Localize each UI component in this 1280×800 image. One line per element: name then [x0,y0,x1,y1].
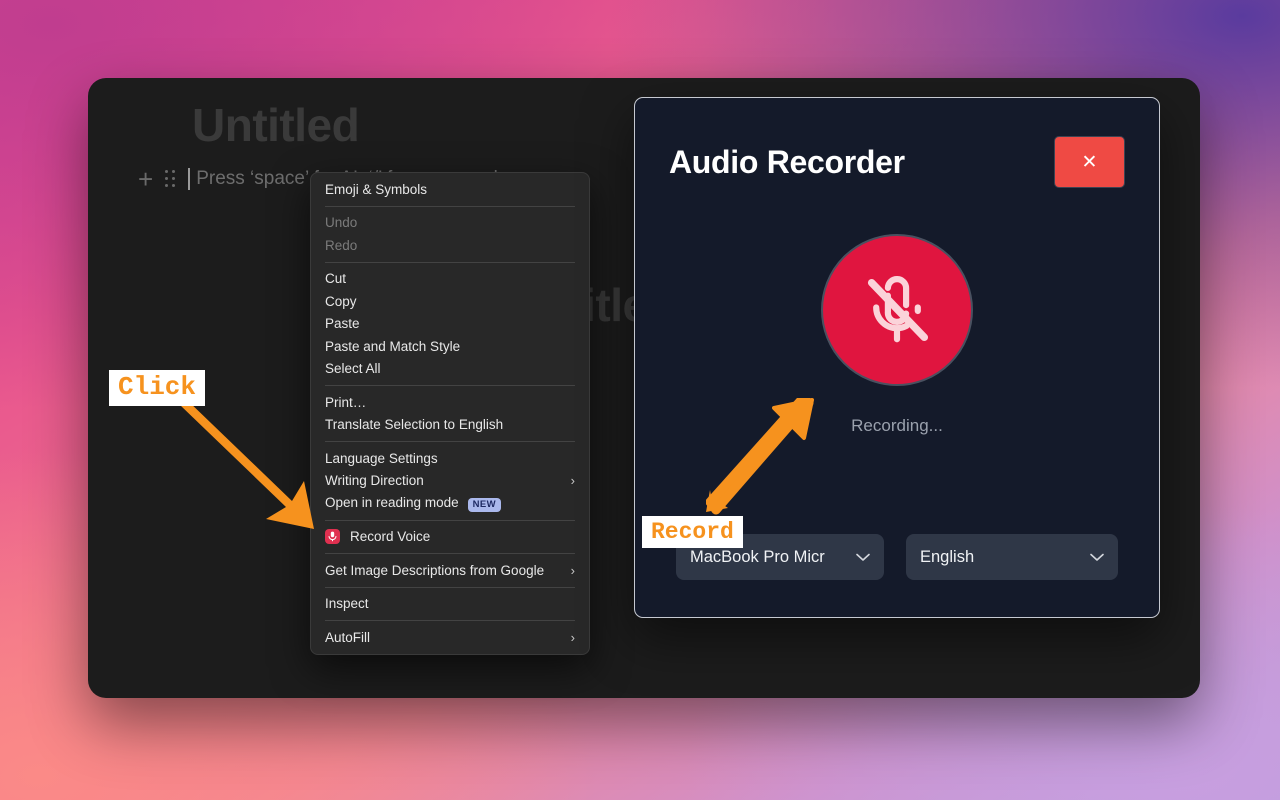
document-title: Untitled [192,99,360,151]
text-caret [188,168,191,190]
menu-item-label: Redo [325,237,358,253]
menu-item-label: Open in reading mode NEW [325,495,501,512]
menu-item-translate-selection-to-english[interactable]: Translate Selection to English [311,414,589,437]
menu-separator [325,205,575,207]
menu-item-label: Select All [325,361,381,377]
menu-item-undo: Undo [311,212,589,235]
language-select[interactable]: English [906,534,1118,580]
menu-item-label: Print… [325,394,367,410]
menu-item-label: Inspect [325,596,369,612]
menu-item-paste-and-match-style[interactable]: Paste and Match Style [311,335,589,358]
record-area: Recording... [635,234,1159,436]
menu-item-label: Get Image Descriptions from Google [325,562,545,578]
menu-item-label: Translate Selection to English [325,417,504,433]
menu-item-open-in-reading-mode[interactable]: Open in reading mode NEW [311,492,589,515]
dialog-header: Audio Recorder ✕ [635,98,1159,188]
chevron-right-icon: › [570,629,575,645]
menu-item-print[interactable]: Print… [311,391,589,414]
menu-item-writing-direction[interactable]: Writing Direction › [311,470,589,493]
menu-item-label: Writing Direction [325,473,424,489]
menu-item-redo: Redo [311,234,589,257]
close-icon: ✕ [1081,151,1098,173]
menu-item-copy[interactable]: Copy [311,290,589,313]
menu-item-select-all[interactable]: Select All [311,358,589,381]
new-badge: NEW [467,497,501,512]
menu-separator [325,441,575,442]
menu-item-label: Emoji & Symbols [325,181,428,197]
menu-item-label: Paste [325,316,360,332]
plus-icon[interactable]: + [138,166,153,192]
menu-separator [325,553,575,554]
context-menu[interactable]: Emoji & Symbols Undo Redo Cut Copy Paste Paste… [310,172,590,655]
menu-item-inspect[interactable]: Inspect [311,593,589,616]
desktop-wallpaper: Untitled + Press ‘space’ for AI, ‘/’ for… [0,0,1280,800]
chevron-down-icon [856,553,870,561]
menu-separator [325,261,575,263]
menu-item-label: Record Voice [350,529,431,545]
menu-item-language-settings[interactable]: Language Settings [311,447,589,470]
menu-item-record-voice[interactable]: Record Voice [311,526,589,549]
chevron-down-icon [1090,553,1104,561]
menu-item-label: Language Settings [325,450,438,466]
drag-handle-icon[interactable] [165,170,176,188]
record-toggle-button[interactable] [821,234,973,386]
menu-separator [325,519,575,521]
annotation-click-label: Click [109,370,206,406]
menu-separator [325,620,575,621]
menu-item-get-image-descriptions-from-google[interactable]: Get Image Descriptions from Google › [311,559,589,582]
annotation-record-label: Record [642,516,743,549]
close-button[interactable]: ✕ [1054,136,1125,188]
chevron-right-icon: › [570,473,575,489]
menu-item-emoji-symbols[interactable]: Emoji & Symbols [311,178,589,201]
menu-separator [325,385,575,386]
recording-status: Recording... [851,416,943,435]
microphone-icon [325,529,340,545]
menu-item-label: Paste and Match Style [325,338,461,354]
menu-item-paste[interactable]: Paste [311,313,589,336]
language-value: English [920,547,975,566]
menu-item-autofill[interactable]: AutoFill › [311,626,589,649]
audio-device-value: MacBook Pro Micr [690,547,825,566]
menu-item-cut[interactable]: Cut [311,268,589,291]
menu-item-label: AutoFill [325,629,371,645]
menu-item-label: Copy [325,293,357,309]
menu-item-label: Undo [325,215,358,231]
menu-item-label: Cut [325,271,347,287]
microphone-slash-icon [867,276,929,343]
chevron-right-icon: › [570,562,575,578]
dialog-title: Audio Recorder [669,143,905,180]
menu-separator [325,586,575,588]
